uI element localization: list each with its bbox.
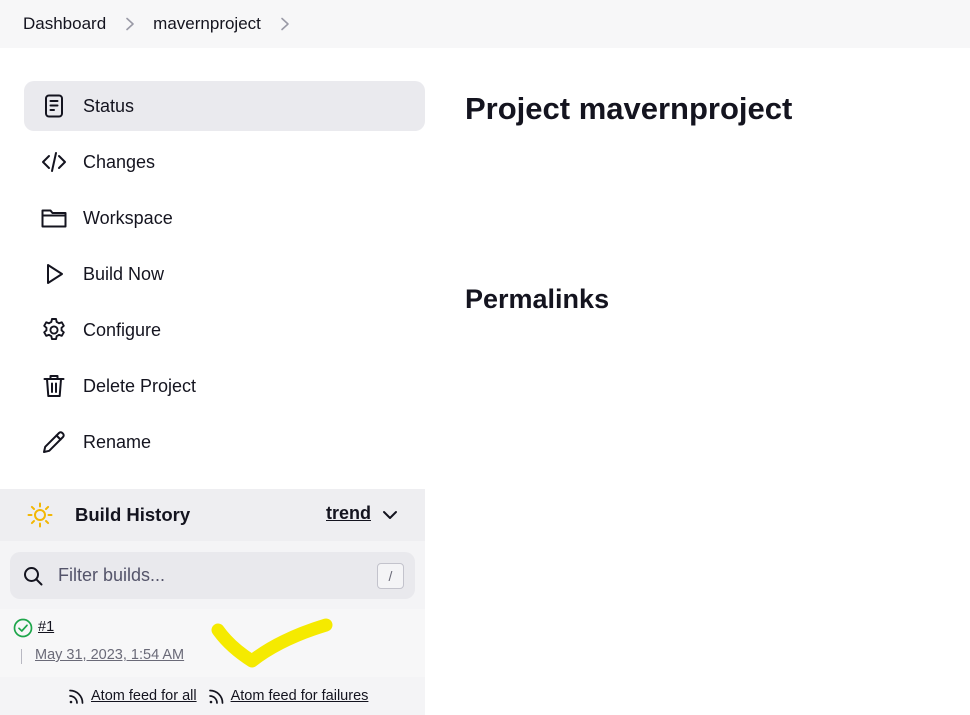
chevron-right-icon[interactable] [124, 17, 136, 31]
sidebar-item-delete-project[interactable]: Delete Project [24, 361, 425, 411]
atom-feeds: Atom feed for all Atom feed for failures [0, 677, 425, 715]
sidebar-item-label: Build Now [83, 263, 165, 284]
play-icon [40, 260, 68, 288]
document-icon [40, 92, 68, 120]
build-divider [21, 649, 22, 664]
search-icon [23, 566, 43, 586]
sidebar-item-label: Changes [83, 151, 156, 172]
sidebar-item-label: Configure [83, 319, 162, 340]
sidebar-item-workspace[interactable]: Workspace [24, 193, 425, 243]
trend-link[interactable]: trend [326, 503, 371, 524]
sidebar-item-build-now[interactable]: Build Now [24, 249, 425, 299]
sidebar-item-configure[interactable]: Configure [24, 305, 425, 355]
build-history-panel: Build History trend / #1 May 31, 2023, 1… [0, 489, 425, 715]
sidebar-item-status[interactable]: Status [24, 81, 425, 131]
filter-builds-field: / [10, 552, 415, 599]
build-history-header: Build History trend [0, 489, 425, 541]
build-row: #1 May 31, 2023, 1:54 AM [0, 609, 425, 677]
build-history-title: Build History [75, 504, 191, 525]
build-date-link[interactable]: May 31, 2023, 1:54 AM [35, 647, 184, 663]
gear-icon [40, 316, 68, 344]
sidebar-item-label: Status [83, 95, 135, 116]
atom-feed-failures-label: Atom feed for failures [230, 688, 369, 704]
sidebar-item-label: Rename [83, 431, 152, 452]
success-check-icon [13, 618, 33, 638]
atom-feed-all-label: Atom feed for all [91, 688, 197, 704]
breadcrumb-project[interactable]: mavernproject [153, 14, 261, 34]
trash-icon [40, 372, 68, 400]
chevron-down-icon[interactable] [381, 506, 399, 524]
keyboard-shortcut-hint: / [377, 563, 404, 589]
page-title: Project mavernproject [465, 91, 793, 126]
permalinks-heading: Permalinks [465, 284, 610, 314]
atom-feed-failures-link[interactable]: Atom feed for failures [208, 688, 369, 705]
side-nav: Status Changes Workspace Build Now Confi… [24, 81, 425, 473]
filter-builds-input[interactable] [58, 565, 358, 586]
pencil-icon [40, 428, 68, 456]
highlight-checkmark-annotation [211, 618, 333, 668]
code-icon [40, 148, 68, 176]
chevron-right-icon[interactable] [279, 17, 291, 31]
sidebar-item-label: Delete Project [83, 375, 197, 396]
sidebar-item-rename[interactable]: Rename [24, 417, 425, 467]
rss-feed-icon [68, 688, 85, 705]
sidebar-item-label: Workspace [83, 207, 173, 228]
sidebar-item-changes[interactable]: Changes [24, 137, 425, 187]
folder-icon [40, 204, 68, 232]
breadcrumb-dashboard[interactable]: Dashboard [23, 14, 106, 34]
build-number-link[interactable]: #1 [38, 619, 54, 635]
breadcrumb: Dashboard mavernproject [0, 0, 970, 48]
rss-feed-icon [208, 688, 225, 705]
sun-weather-icon [26, 501, 54, 529]
atom-feed-all-link[interactable]: Atom feed for all [68, 688, 197, 705]
